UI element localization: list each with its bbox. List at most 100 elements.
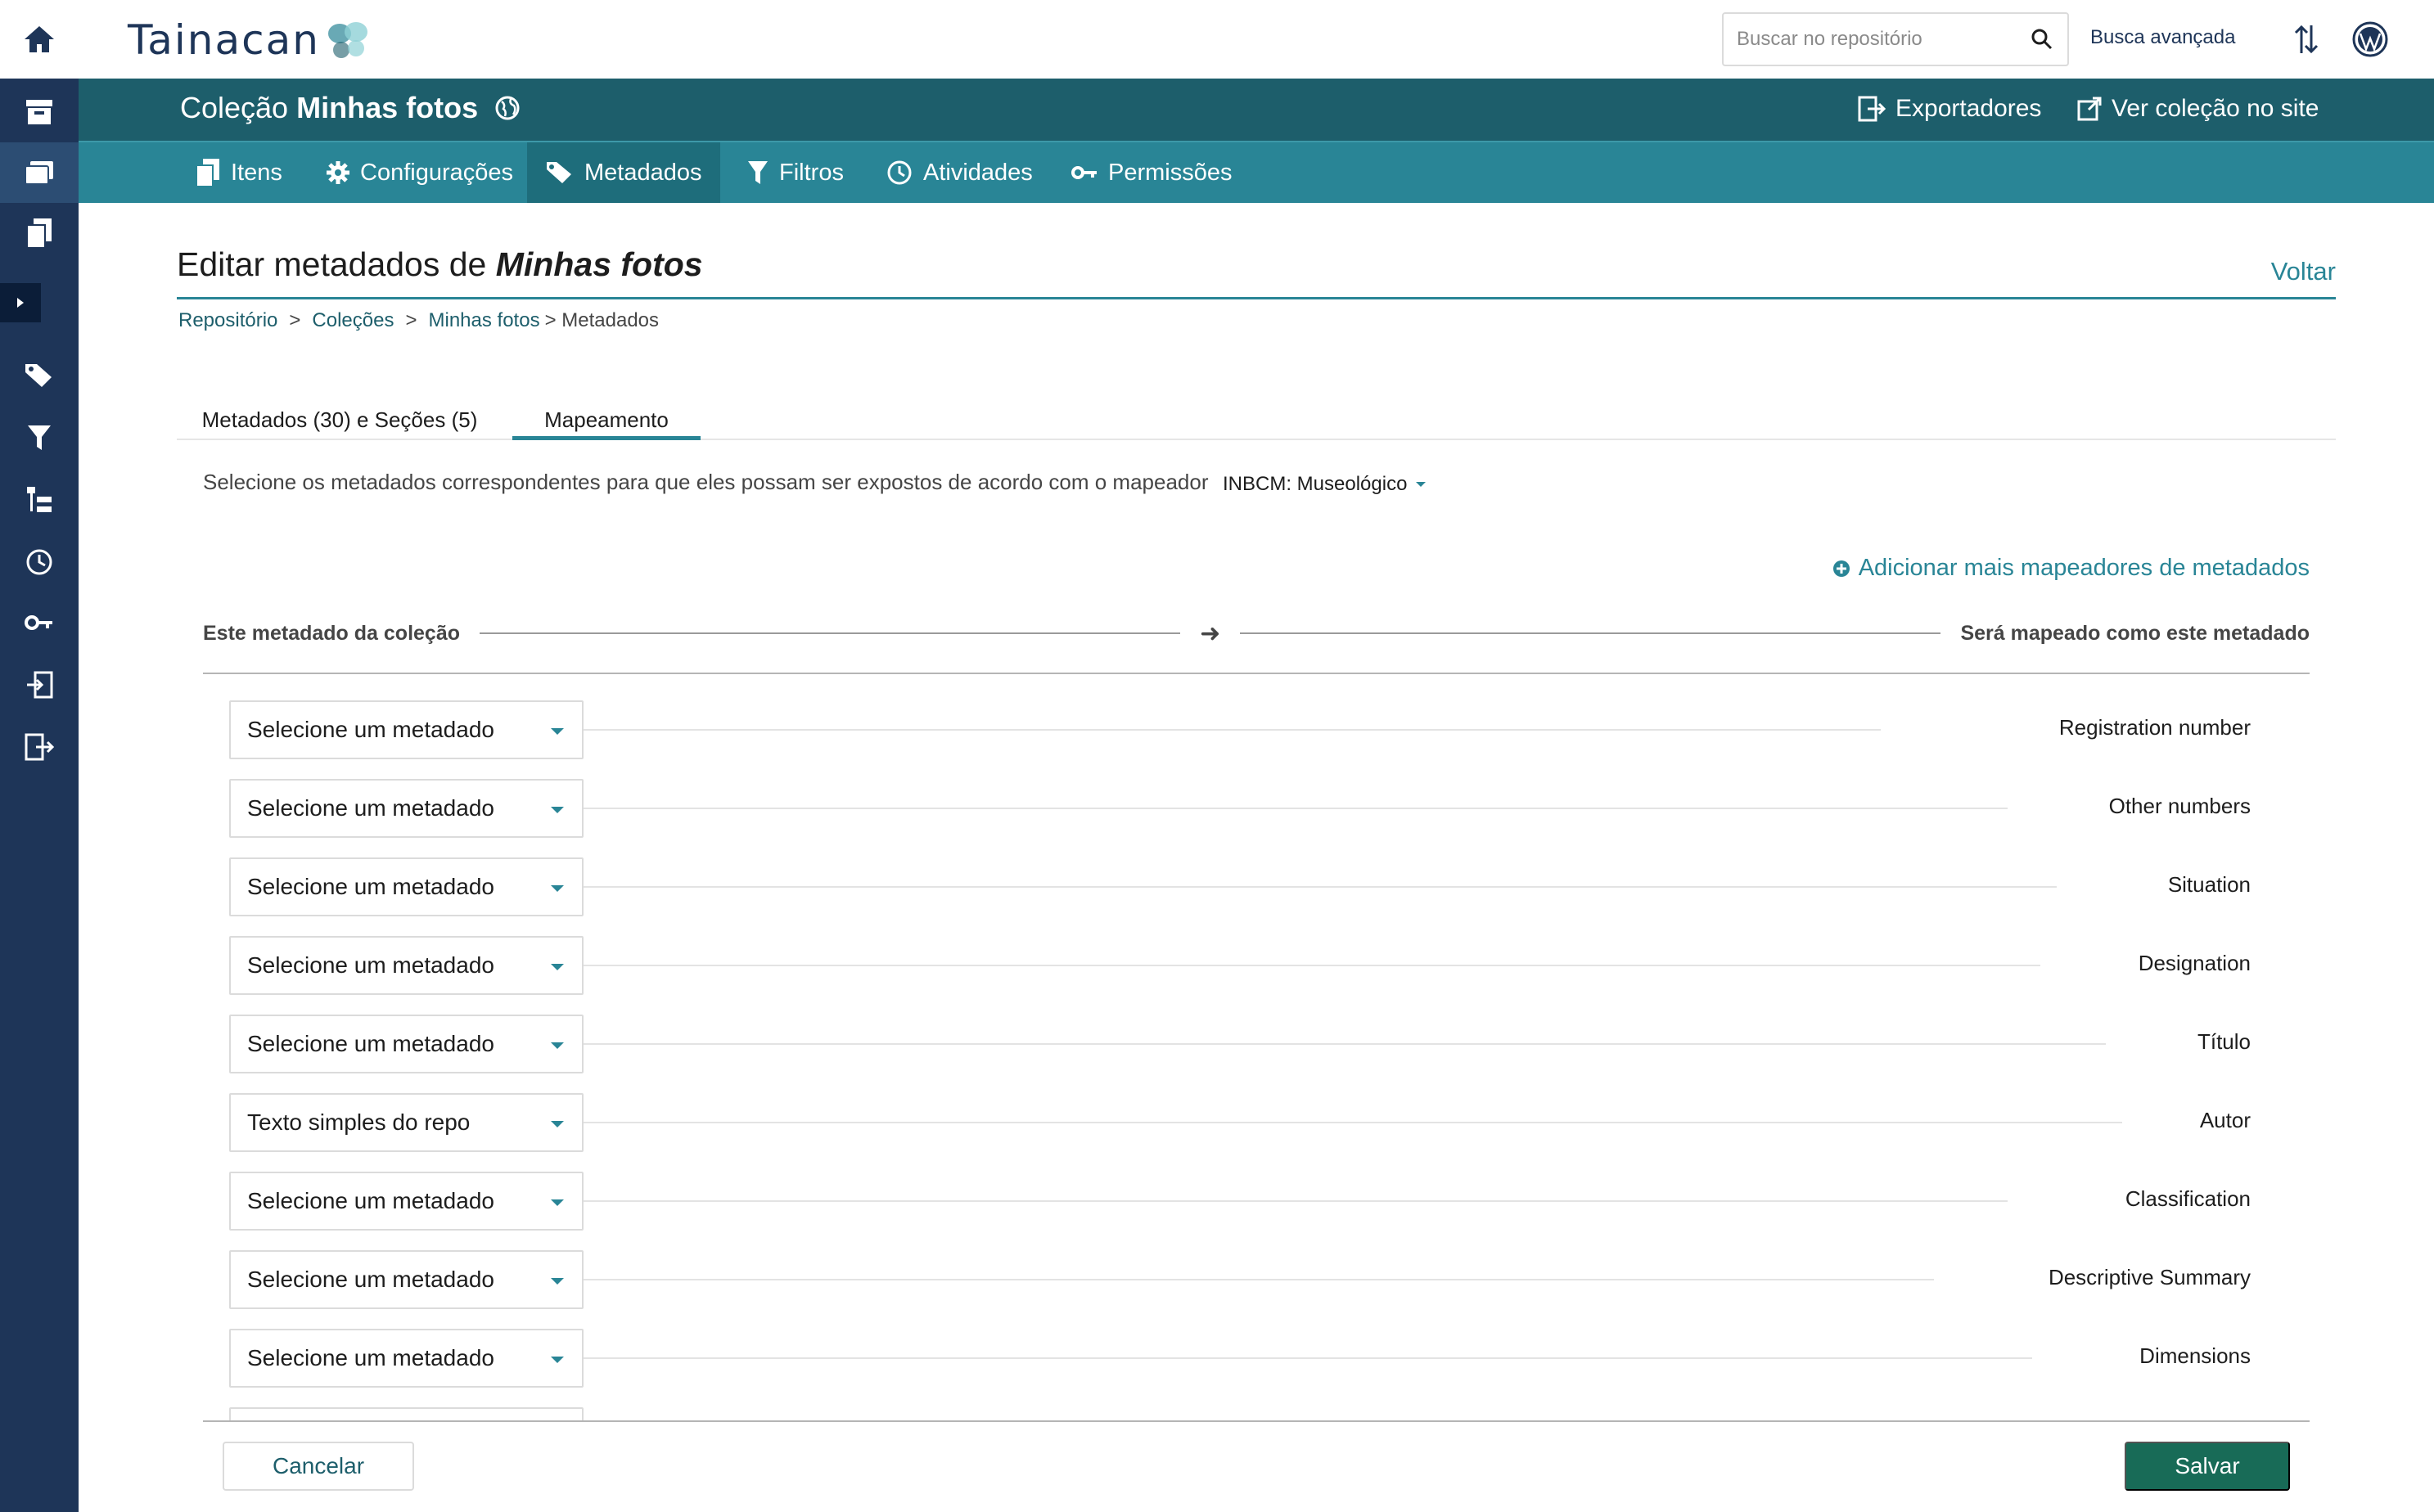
logo-text: Tainacan bbox=[128, 16, 320, 64]
tab-activities[interactable]: Atividades bbox=[868, 142, 1051, 203]
chevron-down-icon bbox=[551, 1121, 564, 1127]
exporters-link[interactable]: Exportadores bbox=[1858, 95, 2041, 123]
chevron-down-icon bbox=[551, 1278, 564, 1285]
target-metadata-label: Other numbers bbox=[2097, 794, 2251, 819]
metadata-select[interactable]: Selecione um metadado bbox=[229, 1172, 584, 1231]
items-icon bbox=[26, 218, 52, 249]
breadcrumb-separator: > bbox=[289, 309, 301, 331]
cancel-button[interactable]: Cancelar bbox=[223, 1442, 414, 1491]
mapping-row: Selecione um metadado Título bbox=[229, 1015, 2267, 1073]
home-button[interactable] bbox=[0, 0, 79, 79]
metadata-select-value: Selecione um metadado bbox=[247, 1188, 494, 1213]
tab-activities-label: Atividades bbox=[923, 159, 1033, 186]
sidebar-item-metadata[interactable] bbox=[0, 345, 79, 406]
footer-divider bbox=[203, 1420, 2310, 1422]
breadcrumb: Repositório > Coleções > Minhas fotos > … bbox=[178, 309, 659, 332]
page-title: Editar metadados de Minhas fotos bbox=[177, 245, 703, 284]
back-link[interactable]: Voltar bbox=[2271, 257, 2336, 286]
metadata-select[interactable]: Selecione um metadado bbox=[229, 857, 584, 916]
subtab-metadata-sections[interactable]: Metadados (30) e Seções (5) bbox=[177, 396, 503, 440]
collection-name[interactable]: Minhas fotos bbox=[296, 91, 478, 125]
sidebar-item-taxonomies[interactable] bbox=[0, 470, 79, 530]
subtab-mapping[interactable]: Mapeamento bbox=[512, 396, 701, 440]
chevron-down-icon bbox=[551, 807, 564, 813]
metadata-select-value: Selecione um metadado bbox=[247, 1031, 494, 1056]
metadata-tags-icon bbox=[547, 162, 571, 183]
collection-metadata-header: Este metadado da coleção bbox=[203, 621, 461, 645]
title-divider bbox=[177, 297, 2336, 299]
wordpress-admin-button[interactable] bbox=[2351, 20, 2390, 59]
metadata-select-value: Texto simples do repo bbox=[247, 1109, 471, 1135]
target-metadata-label: Descriptive Summary bbox=[2036, 1265, 2251, 1290]
sidebar-item-filters[interactable] bbox=[0, 407, 79, 468]
mapping-row: Selecione um metadado Situation bbox=[229, 857, 2267, 916]
globe-icon bbox=[495, 96, 520, 120]
repository-search[interactable] bbox=[1722, 12, 2069, 66]
sidebar-item-repository[interactable] bbox=[0, 82, 79, 142]
metadata-select[interactable]: Selecione um metadado bbox=[229, 779, 584, 838]
collection-tabs: Itens Configurações Metadados Filtros At… bbox=[79, 141, 2434, 203]
sidebar-item-items[interactable] bbox=[0, 203, 79, 263]
tab-permissions[interactable]: Permissões bbox=[1052, 142, 1251, 203]
mapper-dropdown[interactable]: INBCM: Museológico bbox=[1223, 473, 1427, 496]
collections-icon bbox=[25, 161, 53, 185]
up-down-arrows-icon bbox=[2294, 25, 2319, 54]
search-icon[interactable] bbox=[2031, 29, 2053, 50]
tab-settings[interactable]: Configurações bbox=[308, 142, 531, 203]
export-icon bbox=[1858, 96, 1886, 122]
metadata-select[interactable]: Selecione um metadado bbox=[229, 1329, 584, 1388]
metadata-select[interactable]: Selecione um metadado bbox=[229, 1250, 584, 1309]
breadcrumb-collections[interactable]: Coleções bbox=[312, 309, 394, 332]
tab-metadata[interactable]: Metadados bbox=[527, 142, 720, 203]
metadata-select[interactable]: Texto simples do repo bbox=[229, 1093, 584, 1152]
breadcrumb-collection[interactable]: Minhas fotos bbox=[429, 309, 540, 332]
target-metadata-label: Registration number bbox=[2047, 715, 2251, 740]
mapping-row bbox=[229, 1407, 2267, 1420]
chevron-down-icon bbox=[1416, 482, 1427, 487]
save-button[interactable]: Salvar bbox=[2125, 1442, 2290, 1491]
metadata-select[interactable]: Selecione um metadado bbox=[229, 700, 584, 759]
add-mappers-link[interactable]: Adicionar mais mapeadores de metadados bbox=[1832, 555, 2310, 582]
row-connector bbox=[584, 1200, 2008, 1202]
header-line bbox=[480, 632, 1181, 634]
chevron-down-icon bbox=[551, 964, 564, 970]
tab-filters[interactable]: Filtros bbox=[728, 142, 862, 203]
sidebar-item-collections[interactable] bbox=[0, 142, 79, 203]
sidebar-item-importers[interactable] bbox=[0, 655, 79, 715]
header-line bbox=[1240, 632, 1941, 634]
chevron-down-icon bbox=[551, 1199, 564, 1206]
view-collection-link[interactable]: Ver coleção no site bbox=[2077, 95, 2319, 123]
breadcrumb-repository[interactable]: Repositório bbox=[178, 309, 277, 332]
sidebar-item-activities[interactable] bbox=[0, 532, 79, 592]
tab-items[interactable]: Itens bbox=[177, 142, 300, 203]
gear-icon bbox=[327, 161, 349, 184]
sidebar-item-permissions[interactable] bbox=[0, 592, 79, 653]
row-connector bbox=[584, 1279, 1934, 1280]
mapping-row: Selecione um metadado Classification bbox=[229, 1172, 2267, 1231]
metadata-select[interactable] bbox=[229, 1407, 584, 1420]
mapper-dropdown-value: INBCM: Museológico bbox=[1223, 473, 1408, 495]
mapping-row: Selecione um metadado Registration numbe… bbox=[229, 700, 2267, 759]
metadata-select-value: Selecione um metadado bbox=[247, 874, 494, 899]
metadata-select-value: Selecione um metadado bbox=[247, 795, 494, 821]
filter-icon bbox=[28, 425, 51, 450]
filter-icon bbox=[748, 161, 768, 184]
sidebar-expand-button[interactable] bbox=[0, 283, 41, 322]
search-input[interactable] bbox=[1737, 28, 2031, 51]
exporters-label: Exportadores bbox=[1895, 95, 2042, 122]
metadata-subtabs: Metadados (30) e Seções (5) Mapeamento bbox=[177, 385, 2336, 440]
metadata-select-value: Selecione um metadado bbox=[247, 952, 494, 978]
tab-settings-label: Configurações bbox=[360, 159, 513, 186]
activities-icon bbox=[887, 160, 912, 185]
metadata-select[interactable]: Selecione um metadado bbox=[229, 936, 584, 995]
sidebar-item-exporters[interactable] bbox=[0, 717, 79, 777]
advanced-search-link[interactable]: Busca avançada bbox=[2090, 26, 2235, 49]
tainacan-logo[interactable]: Tainacan bbox=[128, 16, 371, 64]
breadcrumb-separator: > bbox=[405, 309, 417, 331]
external-link-icon bbox=[2077, 97, 2102, 121]
plus-circle-icon bbox=[1832, 560, 1850, 577]
mapped-metadata-header: Será mapeado como este metadado bbox=[1960, 621, 2310, 645]
processes-button[interactable] bbox=[2287, 20, 2326, 59]
tab-filters-label: Filtros bbox=[779, 159, 844, 186]
metadata-select[interactable]: Selecione um metadado bbox=[229, 1015, 584, 1073]
